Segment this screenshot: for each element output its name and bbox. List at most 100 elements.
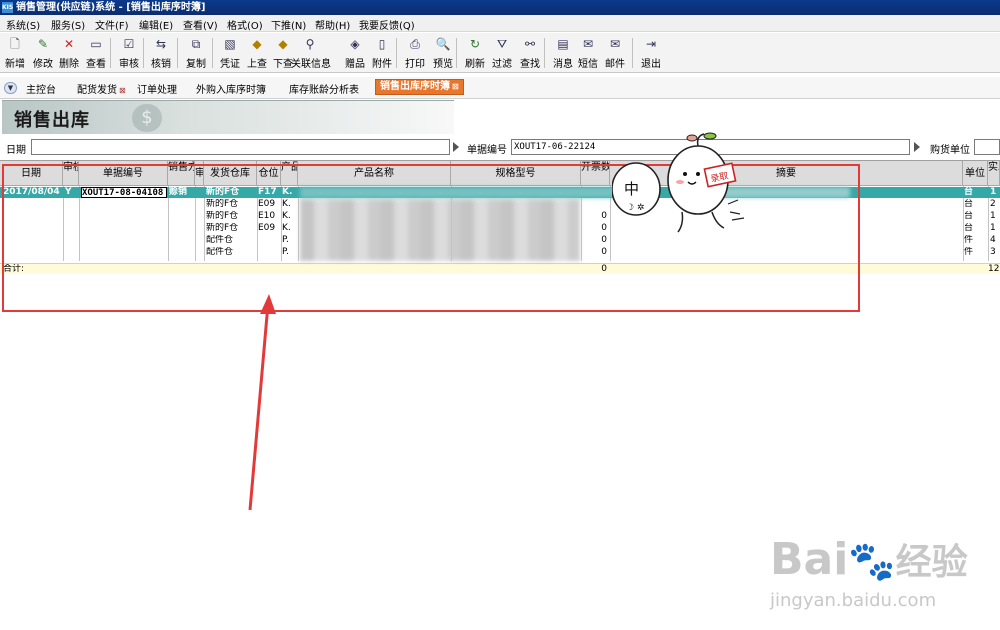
audit-icon: ☑ — [123, 37, 135, 51]
menu-bar: 系统(S) 服务(S) 文件(F) 编辑(E) 查看(V) 格式(O) 下推(N… — [0, 15, 1000, 32]
buyer-field[interactable] — [974, 139, 1000, 155]
cell-qty: 2 — [990, 199, 996, 209]
date-field[interactable] — [31, 139, 450, 155]
tab-order-processing[interactable]: 订单处理 — [137, 81, 177, 96]
buyer-label: 购货单位 — [930, 145, 970, 156]
app-icon: KIS — [2, 2, 14, 13]
sms-icon: ✉ — [582, 37, 594, 51]
toolbar-separator — [396, 38, 397, 68]
gift-icon: ◈ — [350, 37, 360, 51]
tab-main-console[interactable]: 主控台 — [26, 81, 56, 96]
toolbar-separator — [544, 38, 545, 68]
window-title: 销售管理(供应链)系统 - [销售出库序时簿] — [16, 2, 206, 13]
copy-icon: ⧉ — [191, 37, 201, 51]
cell-unit: 台 — [964, 211, 974, 221]
arrow-annotation — [248, 294, 276, 511]
tab-inventory-aging[interactable]: 库存账龄分析表 — [289, 81, 359, 96]
tab-purchase-inbound[interactable]: 外购入库序时簿 — [196, 81, 266, 96]
cell-unit: 台 — [964, 199, 974, 209]
window-title-bar: KIS 销售管理(供应链)系统 - [销售出库序时簿] — [0, 0, 1000, 15]
cell-qty: 3 — [990, 247, 996, 257]
menu-system[interactable]: 系统(S) — [6, 17, 40, 32]
refresh-icon: ↻ — [469, 37, 481, 51]
tab-close-icon[interactable]: ⊠ — [119, 86, 126, 95]
col-actual-qty[interactable]: 实发数量 — [988, 161, 1000, 186]
toolbar-button-related-info[interactable]: ⚲ 关联信息 — [291, 36, 331, 70]
cell-qty: 1 — [990, 187, 997, 197]
date-label: 日期 — [6, 145, 26, 156]
toolbar-button-audit[interactable]: ☑ 审核 — [116, 36, 142, 70]
delete-icon: ✕ — [63, 37, 75, 51]
svg-text:☽ ✲: ☽ ✲ — [626, 203, 644, 213]
down-query-icon: ◆ — [278, 37, 288, 51]
tab-list-dropdown-icon[interactable]: ▼ — [4, 82, 17, 94]
toolbar: 🗋 新增 ✎ 修改 ✕ 删除 ▭ 查看 ☑ 审核 ⇆ 核销 ⧉ 复制 ▧ 凭证 ◆ 上查 ◆ 下查 ⚲ 关联信息 ◈ 赠品 ▯ 附… — [0, 33, 1000, 73]
attachment-icon: ▯ — [378, 37, 386, 51]
print-icon: ⎙ — [410, 37, 420, 51]
toolbar-button-label: 关联信息 — [291, 59, 331, 70]
mail-icon: ✉ — [609, 37, 621, 51]
watermark-url: jingyan.baidu.com — [770, 590, 937, 611]
tab-sales-outbound[interactable]: 销售出库序时簿 ⊠ — [375, 79, 464, 95]
toolbar-button-mail[interactable]: ✉ 邮件 — [602, 36, 628, 70]
menu-format[interactable]: 格式(O) — [227, 17, 263, 32]
toolbar-separator — [456, 38, 457, 68]
menu-view[interactable]: 查看(V) — [183, 17, 218, 32]
toolbar-button-label: 核销 — [151, 59, 171, 70]
message-icon: ▤ — [557, 37, 569, 51]
toolbar-separator — [212, 38, 213, 68]
menu-file[interactable]: 文件(F) — [95, 17, 129, 32]
toolbar-button-label: 复制 — [186, 59, 206, 70]
new-icon: 🗋 — [10, 37, 20, 51]
menu-push-down[interactable]: 下推(N) — [271, 17, 306, 32]
page-banner: 销售出库 $ — [2, 100, 454, 134]
filter-icon: ⛛ — [496, 37, 508, 51]
toolbar-button-label: 退出 — [641, 59, 661, 70]
toolbar-button-writeoff[interactable]: ⇆ 核销 — [148, 36, 174, 70]
toolbar-button-copy[interactable]: ⧉ 复制 — [183, 36, 209, 70]
toolbar-separator — [143, 38, 144, 68]
up-query-icon: ◆ — [252, 37, 262, 51]
tab-close-icon[interactable]: ⊠ — [452, 82, 459, 91]
find-icon: ⚯ — [524, 37, 536, 51]
mascot-sticker: 中 ☽ ✲ 录取 — [612, 132, 745, 233]
toolbar-button-preview[interactable]: 🔍 预览 — [430, 36, 456, 70]
related-info-icon: ⚲ — [305, 37, 315, 51]
cell-qty: 4 — [990, 235, 996, 245]
voucher-icon: ▧ — [224, 37, 236, 51]
cell-unit: 台 — [964, 223, 974, 233]
toolbar-separator — [632, 38, 633, 68]
toolbar-button-view[interactable]: ▭ 查看 — [83, 36, 109, 70]
cell-unit: 件 — [964, 235, 974, 245]
menu-service[interactable]: 服务(S) — [51, 17, 85, 32]
toolbar-button-find[interactable]: ⚯ 查找 — [517, 36, 543, 70]
tab-distribution[interactable]: 配货发货 ⊠ — [77, 81, 126, 96]
date-expand-icon[interactable] — [453, 142, 459, 152]
preview-icon: 🔍 — [435, 37, 451, 51]
toolbar-button-label: 邮件 — [605, 59, 625, 70]
toolbar-button-exit[interactable]: ⇥ 退出 — [638, 36, 664, 70]
col-unit[interactable]: 单位 — [963, 161, 988, 186]
dollar-icon: $ — [132, 104, 162, 132]
sticker-speech: 中 — [624, 180, 639, 198]
total-actual-qty: 12 — [988, 264, 1000, 274]
cell-unit: 台 — [964, 187, 974, 197]
bill-no-label: 单据编号 — [467, 145, 507, 156]
toolbar-button-attachment[interactable]: ▯ 附件 — [369, 36, 395, 70]
view-icon: ▭ — [90, 37, 102, 51]
cell-qty: 1 — [990, 211, 996, 221]
menu-feedback[interactable]: 我要反馈(Q) — [359, 17, 415, 32]
tab-bar: ▼ 主控台 配货发货 ⊠ 订单处理 外购入库序时簿 库存账龄分析表 销售出库序时簿… — [0, 77, 1000, 99]
page-title: 销售出库 — [14, 110, 90, 131]
writeoff-icon: ⇆ — [155, 37, 167, 51]
bill-no-expand-icon[interactable] — [914, 142, 920, 152]
toolbar-separator — [177, 38, 178, 68]
menu-help[interactable]: 帮助(H) — [315, 17, 350, 32]
edit-icon: ✎ — [37, 37, 49, 51]
menu-edit[interactable]: 编辑(E) — [139, 17, 173, 32]
watermark-brand: Bai🐾经验 — [770, 534, 968, 585]
cell-unit: 件 — [964, 247, 974, 257]
cell-qty: 1 — [990, 223, 996, 233]
exit-icon: ⇥ — [645, 37, 657, 51]
toolbar-separator — [110, 38, 111, 68]
